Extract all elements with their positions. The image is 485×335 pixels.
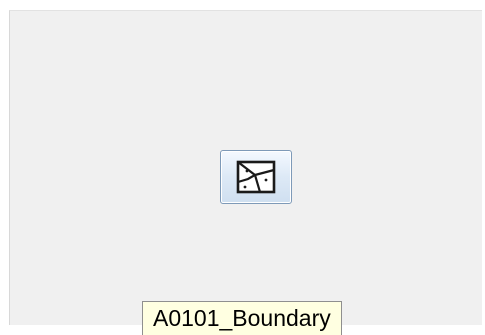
boundary-item-button[interactable] <box>220 150 292 204</box>
item-name-label[interactable]: A0101_Boundary <box>142 301 342 335</box>
item-view-panel: A0101_Boundary <box>9 10 482 335</box>
polygon-boundary-icon <box>236 160 276 194</box>
